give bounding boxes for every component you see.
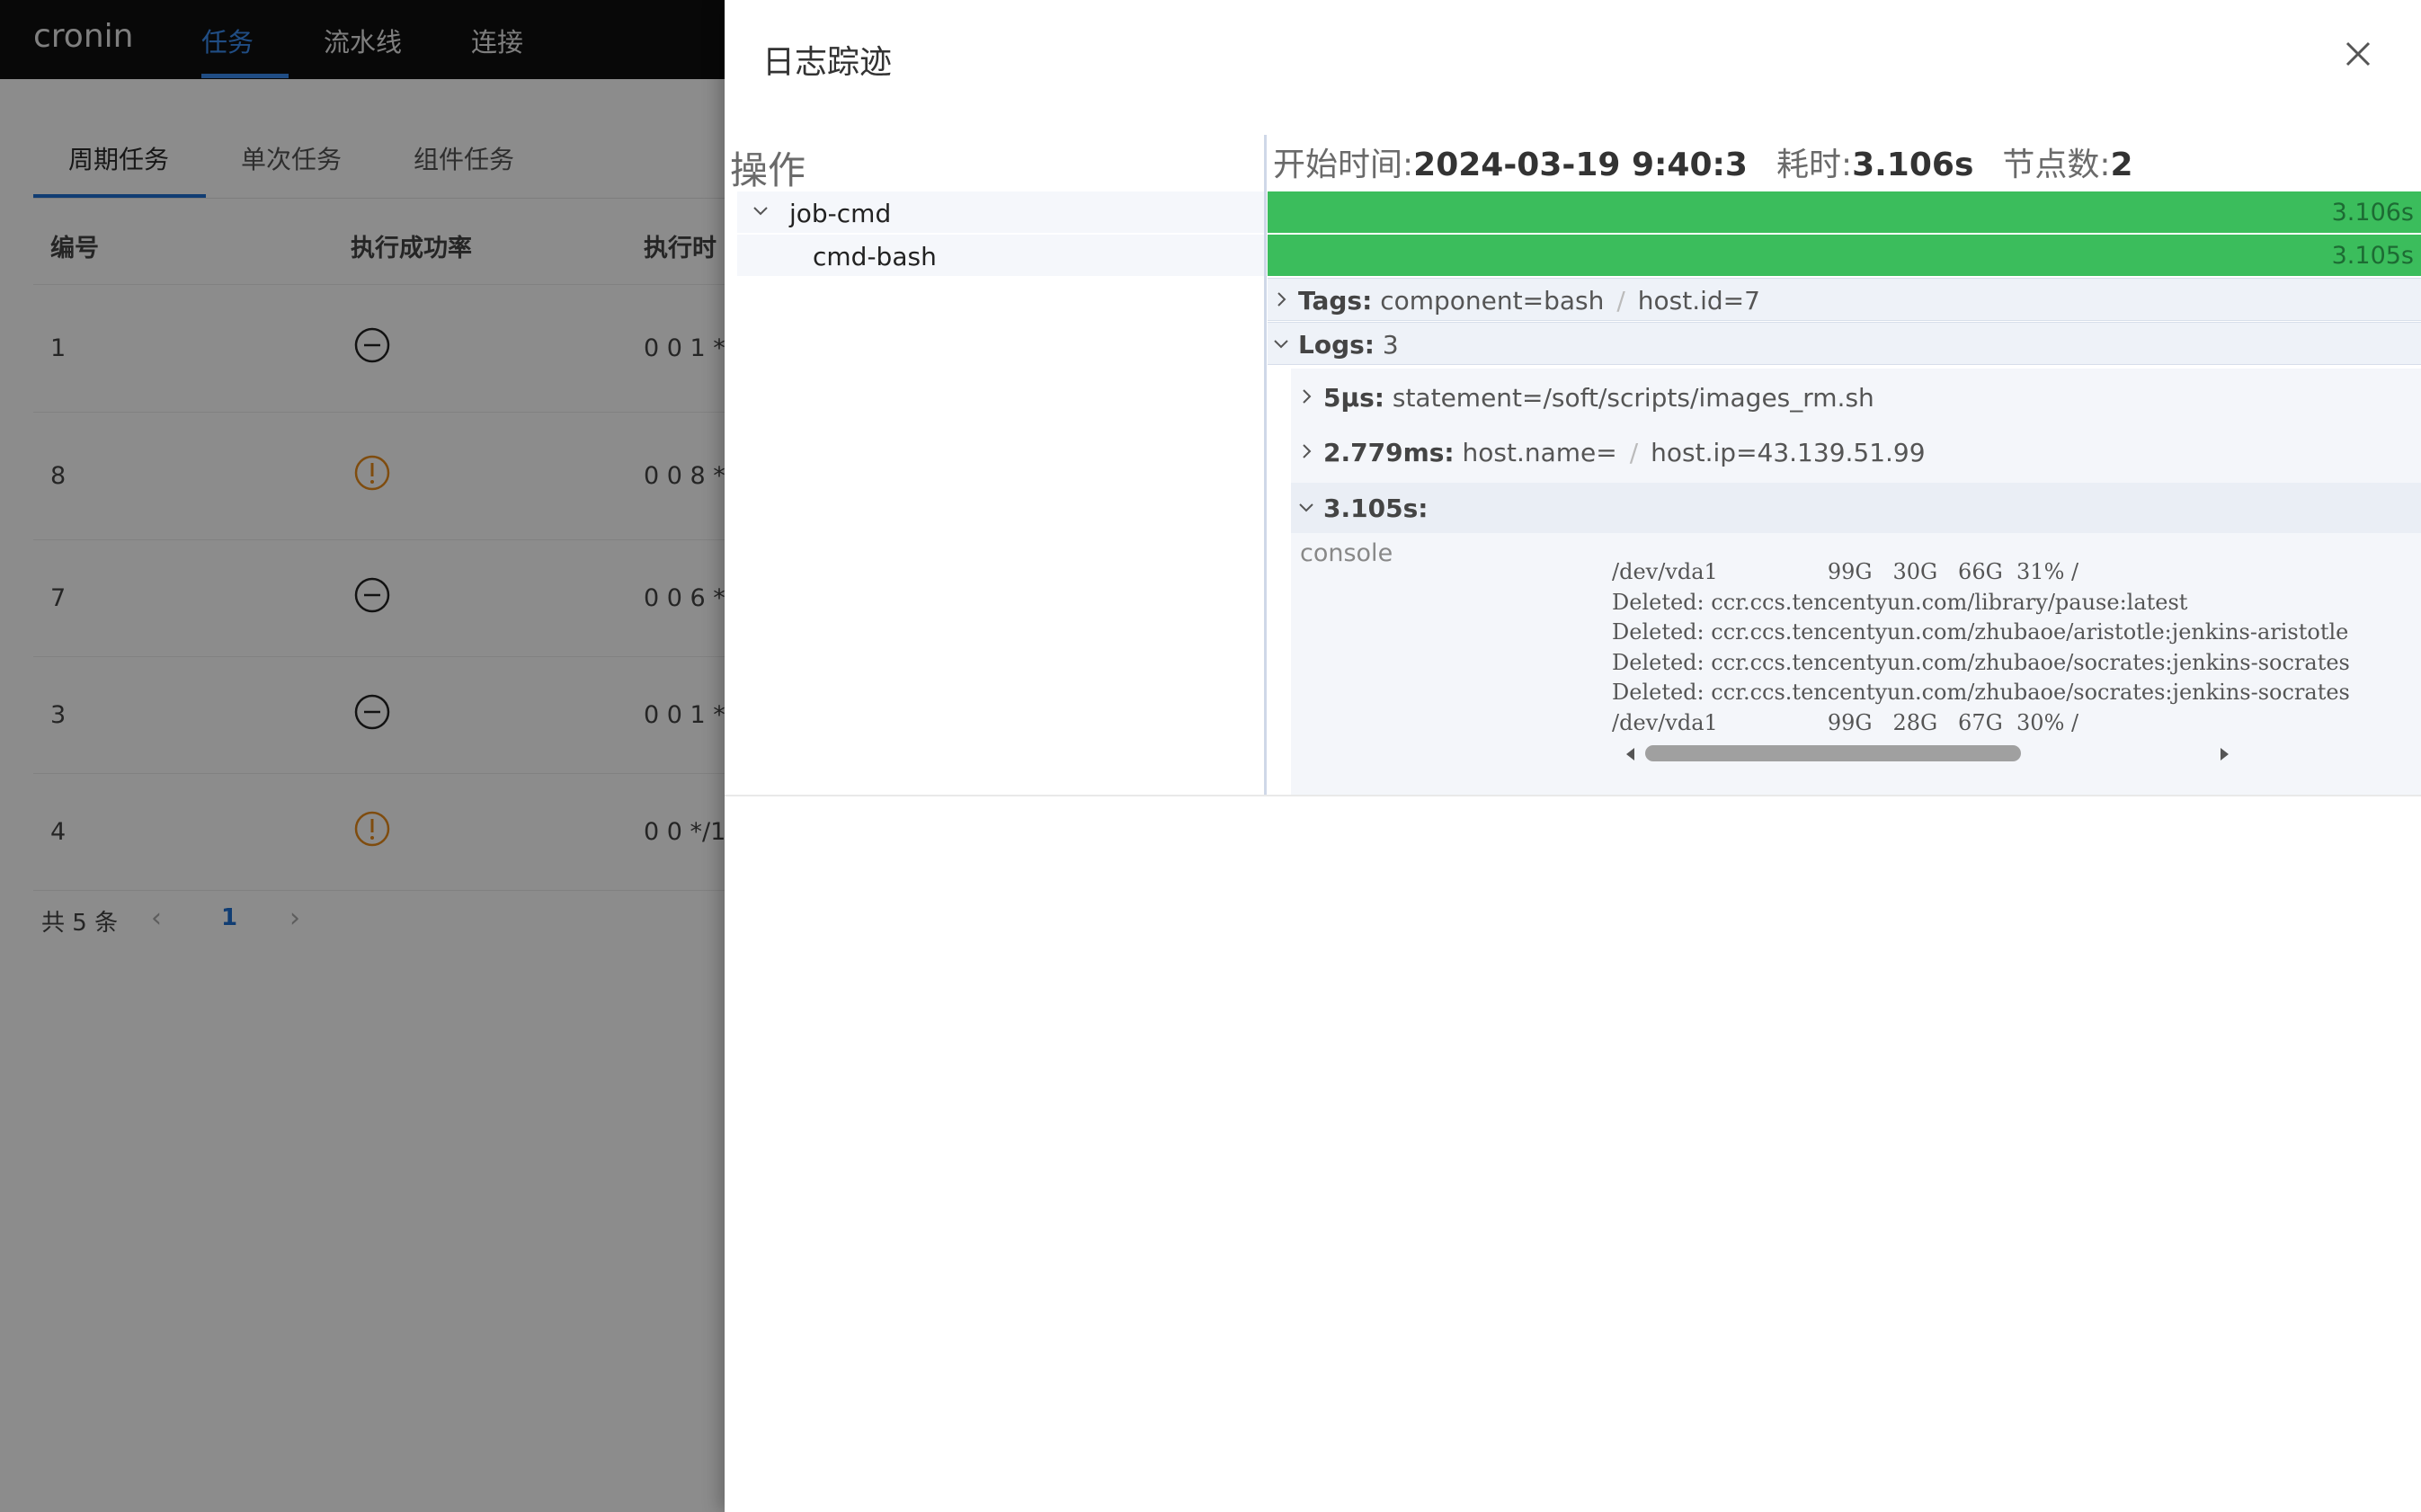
chevron-right-icon[interactable] bbox=[1296, 387, 1316, 406]
span-name: job-cmd bbox=[789, 199, 892, 228]
span-duration: 3.106s bbox=[2331, 199, 2414, 227]
console-line: Deleted: ccr.ccs.tencentyun.com/zhubaoe/… bbox=[1612, 619, 2349, 645]
console-key: console bbox=[1300, 539, 1393, 567]
span-duration: 3.105s bbox=[2331, 242, 2414, 270]
log-entry-expanded[interactable]: 3.105s: bbox=[1291, 483, 2421, 533]
console-line: Deleted: ccr.ccs.tencentyun.com/zhubaoe/… bbox=[1612, 649, 2350, 675]
node-count-label: 节点数: bbox=[2002, 147, 2111, 183]
logs-text: Logs: 3 bbox=[1298, 330, 1399, 360]
console-line: /dev/vda1 99G 30G 66G 31% / bbox=[1612, 559, 2079, 584]
span-bar-job-cmd[interactable]: 3.106s bbox=[1268, 191, 2421, 233]
span-name: cmd-bash bbox=[813, 242, 937, 271]
duration-value: 3.106s bbox=[1852, 147, 1974, 183]
log-time: 2.779ms: bbox=[1323, 438, 1455, 467]
tags-text: Tags: component=bash / host.id=7 bbox=[1298, 286, 1760, 316]
chevron-right-icon[interactable] bbox=[1296, 441, 1316, 461]
trace-summary: 开始时间:2024-03-19 9:40:3 耗时:3.106s 节点数:2 bbox=[1273, 138, 2133, 185]
logs-label: Logs: bbox=[1298, 330, 1375, 360]
tag-item: component=bash bbox=[1380, 286, 1605, 316]
span-row-job-cmd[interactable]: job-cmd bbox=[737, 191, 1264, 233]
chevron-down-icon[interactable] bbox=[1296, 497, 1316, 517]
tags-label: Tags: bbox=[1298, 286, 1373, 316]
log-entry[interactable]: 2.779ms: host.name= / host.ip=43.139.51.99 bbox=[1291, 427, 2421, 477]
tag-item: host.id=7 bbox=[1637, 286, 1760, 316]
drawer-section-divider bbox=[725, 795, 2421, 796]
console-line: Deleted: ccr.ccs.tencentyun.com/library/… bbox=[1612, 589, 2188, 615]
span-bar-cmd-bash[interactable]: 3.105s bbox=[1268, 235, 2421, 276]
log-text: statement=/soft/scripts/images_rm.sh bbox=[1392, 383, 1874, 413]
log-entry[interactable]: 5μs: statement=/soft/scripts/images_rm.s… bbox=[1291, 372, 2421, 422]
node-count-value: 2 bbox=[2110, 147, 2133, 183]
console-output: /dev/vda1 99G 30G 66G 31% / Deleted: ccr.… bbox=[1612, 557, 2421, 737]
operations-header: 操作 bbox=[730, 148, 806, 192]
scroll-right-icon[interactable] bbox=[2217, 746, 2231, 762]
log-text: host.name= bbox=[1462, 438, 1617, 467]
chevron-down-icon[interactable] bbox=[1271, 334, 1291, 353]
pane-divider[interactable] bbox=[1264, 135, 1267, 796]
start-time-value: 2024-03-19 9:40:3 bbox=[1413, 147, 1748, 183]
console-line: /dev/vda1 99G 28G 67G 30% / bbox=[1612, 709, 2079, 735]
drawer-title: 日志踪迹 bbox=[762, 44, 893, 81]
scrollbar-thumb[interactable] bbox=[1645, 745, 2021, 761]
log-time: 5μs: bbox=[1323, 383, 1384, 413]
chevron-right-icon[interactable] bbox=[1271, 289, 1291, 309]
scroll-left-icon[interactable] bbox=[1624, 746, 1638, 762]
trace-drawer: 日志踪迹 操作 开始时间:2024-03-19 9:40:3 耗时:3.106s 节… bbox=[725, 0, 2421, 1512]
console-line: Deleted: ccr.ccs.tencentyun.com/zhubaoe/… bbox=[1612, 680, 2350, 705]
duration-label: 耗时: bbox=[1776, 147, 1853, 183]
start-time-label: 开始时间: bbox=[1273, 147, 1414, 183]
tags-row[interactable]: Tags: component=bash / host.id=7 bbox=[1268, 278, 2421, 321]
logs-row[interactable]: Logs: 3 bbox=[1268, 322, 2421, 365]
log-time: 3.105s: bbox=[1323, 494, 1429, 523]
logs-count: 3 bbox=[1382, 330, 1399, 360]
chevron-down-icon[interactable] bbox=[750, 200, 771, 222]
log-text: host.ip=43.139.51.99 bbox=[1651, 438, 1926, 467]
close-icon[interactable] bbox=[2338, 34, 2378, 74]
span-row-cmd-bash[interactable]: cmd-bash bbox=[737, 235, 1264, 276]
